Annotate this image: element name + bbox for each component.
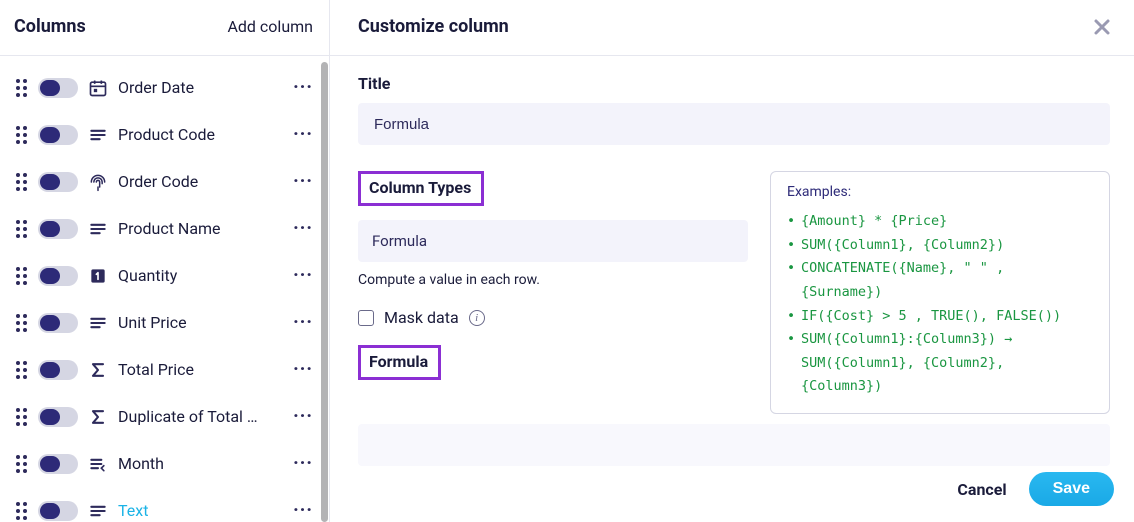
examples-box: Examples: {Amount} * {Price}SUM({Column1… xyxy=(770,171,1110,414)
column-type-helper: Compute a value in each row. xyxy=(358,272,748,288)
column-name: Total Price xyxy=(118,360,283,379)
column-row: Order Date ··· xyxy=(0,64,329,111)
column-row: Month ··· xyxy=(0,440,329,487)
drag-handle-icon[interactable] xyxy=(16,173,28,191)
examples-list: {Amount} * {Price}SUM({Column1}, {Column… xyxy=(787,210,1093,399)
drag-handle-icon[interactable] xyxy=(16,314,28,332)
column-name: Quantity xyxy=(118,266,283,285)
info-icon[interactable]: i xyxy=(469,310,485,326)
column-row: Unit Price ··· xyxy=(0,299,329,346)
column-name: Month xyxy=(118,454,283,473)
more-icon[interactable]: ··· xyxy=(293,453,319,474)
column-row: Duplicate of Total … ··· xyxy=(0,393,329,440)
save-button[interactable]: Save xyxy=(1029,472,1114,506)
mask-label: Mask data xyxy=(384,308,459,327)
more-icon[interactable]: ··· xyxy=(293,265,319,286)
example-item: {Amount} * {Price} xyxy=(787,210,1093,234)
column-type-value: Formula xyxy=(372,232,427,250)
column-row: Text ··· xyxy=(0,487,329,522)
column-type-select[interactable]: Formula xyxy=(358,220,748,262)
date-icon xyxy=(88,78,108,98)
drag-handle-icon[interactable] xyxy=(16,126,28,144)
visibility-toggle[interactable] xyxy=(38,266,78,286)
sigma-icon xyxy=(88,407,108,427)
more-icon[interactable]: ··· xyxy=(293,171,319,192)
drag-handle-icon[interactable] xyxy=(16,267,28,285)
column-name: Order Code xyxy=(118,172,283,191)
drag-handle-icon[interactable] xyxy=(16,361,28,379)
more-icon[interactable]: ··· xyxy=(293,500,319,521)
example-item: SUM({Column1}:{Column3}) → SUM({Column1}… xyxy=(787,328,1093,399)
columns-list: Order Date ··· Product Code ··· Order Code ··… xyxy=(0,56,329,522)
text-icon xyxy=(88,313,108,333)
footer: Cancel Save xyxy=(957,472,1134,522)
example-item: SUM({Column1}, {Column2}) xyxy=(787,234,1093,258)
title-label: Title xyxy=(358,74,1110,93)
text-icon xyxy=(88,501,108,521)
scrollbar[interactable] xyxy=(321,62,328,522)
column-row: Total Price ··· xyxy=(0,346,329,393)
mask-checkbox[interactable] xyxy=(358,310,374,326)
example-item: IF({Cost} > 5 , TRUE(), FALSE()) xyxy=(787,305,1093,329)
columns-header: Columns Add column xyxy=(0,0,329,56)
more-icon[interactable]: ··· xyxy=(293,359,319,380)
formula-heading: Formula xyxy=(358,345,441,380)
drag-handle-icon[interactable] xyxy=(16,220,28,238)
formula-input[interactable] xyxy=(358,424,1110,466)
columns-title: Columns xyxy=(14,16,86,37)
customize-column-panel: Customize column Title Column Types Form… xyxy=(330,0,1134,522)
column-name: Order Date xyxy=(118,78,283,97)
column-types-heading: Column Types xyxy=(358,171,484,206)
mask-row: Mask data i xyxy=(358,308,748,327)
drag-handle-icon[interactable] xyxy=(16,502,28,520)
column-row: Quantity ··· xyxy=(0,252,329,299)
visibility-toggle[interactable] xyxy=(38,313,78,333)
more-icon[interactable]: ··· xyxy=(293,406,319,427)
column-name: Product Code xyxy=(118,125,283,144)
examples-title: Examples: xyxy=(787,184,1093,200)
customize-title: Customize column xyxy=(358,16,509,37)
customize-header: Customize column xyxy=(330,0,1134,56)
visibility-toggle[interactable] xyxy=(38,454,78,474)
visibility-toggle[interactable] xyxy=(38,501,78,521)
close-icon[interactable] xyxy=(1092,17,1112,37)
column-row: Product Code ··· xyxy=(0,111,329,158)
visibility-toggle[interactable] xyxy=(38,360,78,380)
column-name: Duplicate of Total … xyxy=(118,407,283,426)
column-name: Product Name xyxy=(118,219,283,238)
column-row: Order Code ··· xyxy=(0,158,329,205)
visibility-toggle[interactable] xyxy=(38,172,78,192)
more-icon[interactable]: ··· xyxy=(293,312,319,333)
sigma-icon xyxy=(88,360,108,380)
text-icon xyxy=(88,125,108,145)
column-name: Text xyxy=(118,501,283,520)
cancel-button[interactable]: Cancel xyxy=(957,480,1006,499)
columns-panel: Columns Add column Order Date···Product … xyxy=(0,0,330,522)
visibility-toggle[interactable] xyxy=(38,219,78,239)
drag-handle-icon[interactable] xyxy=(16,408,28,426)
more-icon[interactable]: ··· xyxy=(293,77,319,98)
finger-icon xyxy=(88,172,108,192)
number-icon xyxy=(88,266,108,286)
drag-handle-icon[interactable] xyxy=(16,455,28,473)
more-icon[interactable]: ··· xyxy=(293,218,319,239)
add-column-button[interactable]: Add column xyxy=(227,17,313,36)
visibility-toggle[interactable] xyxy=(38,407,78,427)
column-name: Unit Price xyxy=(118,313,283,332)
group-icon xyxy=(88,454,108,474)
customize-body: Title Column Types Formula Compute a val… xyxy=(330,56,1134,522)
drag-handle-icon[interactable] xyxy=(16,79,28,97)
text-icon xyxy=(88,219,108,239)
visibility-toggle[interactable] xyxy=(38,78,78,98)
more-icon[interactable]: ··· xyxy=(293,124,319,145)
title-input[interactable] xyxy=(358,103,1110,145)
example-item: CONCATENATE({Name}, " " , {Surname}) xyxy=(787,257,1093,304)
visibility-toggle[interactable] xyxy=(38,125,78,145)
column-row: Product Name ··· xyxy=(0,205,329,252)
